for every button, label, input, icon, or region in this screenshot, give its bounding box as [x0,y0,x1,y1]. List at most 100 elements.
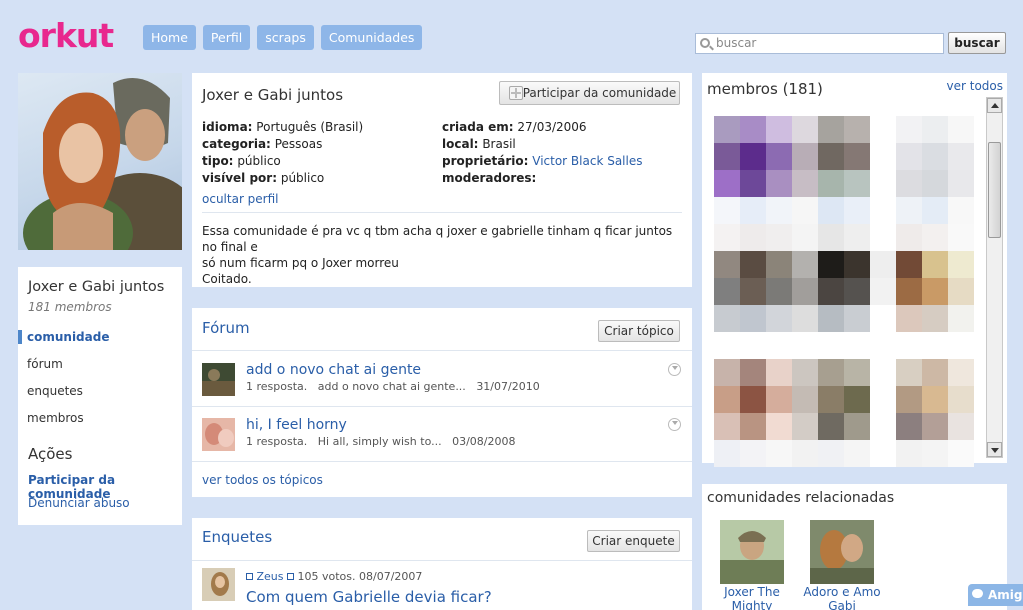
members-title[interactable]: membros (181) [707,80,823,98]
member-avatar-tile[interactable] [870,413,896,440]
member-avatar-tile[interactable] [948,278,974,305]
poll-avatar[interactable] [202,568,235,601]
topic-1-chevron-down-icon[interactable] [668,363,681,376]
scroll-thumb[interactable] [988,142,1001,238]
member-avatar-tile[interactable] [844,359,870,386]
member-avatar-tile[interactable] [922,251,948,278]
member-avatar-tile[interactable] [948,386,974,413]
member-avatar-tile[interactable] [792,440,818,467]
member-avatar-tile[interactable] [922,359,948,386]
member-avatar-tile[interactable] [948,224,974,251]
member-avatar-tile[interactable] [870,116,896,143]
topic-2-chevron-down-icon[interactable] [668,418,681,431]
related-community-1-link[interactable]: Joxer The Mighty [712,585,792,610]
member-avatar-tile[interactable] [844,197,870,224]
member-avatar-tile[interactable] [896,305,922,332]
member-avatar-tile[interactable] [714,305,740,332]
member-avatar-tile[interactable] [844,170,870,197]
member-avatar-tile[interactable] [948,170,974,197]
scroll-up-arrow-icon[interactable] [987,98,1002,113]
member-avatar-tile[interactable] [870,332,896,359]
member-avatar-tile[interactable] [896,332,922,359]
poll-question-link[interactable]: Com quem Gabrielle devia ficar? [246,588,492,606]
member-avatar-tile[interactable] [714,197,740,224]
member-avatar-tile[interactable] [948,332,974,359]
member-avatar-tile[interactable] [818,440,844,467]
member-avatar-tile[interactable] [922,116,948,143]
member-avatar-tile[interactable] [896,440,922,467]
member-avatar-tile[interactable] [766,332,792,359]
member-avatar-tile[interactable] [740,197,766,224]
nav-perfil[interactable]: Perfil [202,25,251,50]
member-avatar-tile[interactable] [766,224,792,251]
member-avatar-tile[interactable] [792,332,818,359]
member-avatar-tile[interactable] [740,440,766,467]
create-topic-button[interactable]: Criar tópico [598,320,680,342]
topic-2-title[interactable]: hi, I feel horny [246,417,347,433]
see-all-members-link[interactable]: ver todos [947,79,1004,93]
member-avatar-tile[interactable] [714,143,740,170]
member-avatar-tile[interactable] [766,440,792,467]
member-avatar-tile[interactable] [792,305,818,332]
member-avatar-tile[interactable] [922,386,948,413]
member-avatar-tile[interactable] [714,251,740,278]
member-avatar-tile[interactable] [740,224,766,251]
member-avatar-tile[interactable] [740,305,766,332]
member-avatar-tile[interactable] [870,359,896,386]
members-grid[interactable] [714,116,977,467]
member-avatar-tile[interactable] [844,143,870,170]
member-avatar-tile[interactable] [870,440,896,467]
member-avatar-tile[interactable] [870,224,896,251]
member-avatar-tile[interactable] [896,386,922,413]
topic-1-avatar[interactable] [202,363,235,396]
owner-link[interactable]: Victor Black Salles [532,154,642,168]
member-avatar-tile[interactable] [870,197,896,224]
member-avatar-tile[interactable] [922,170,948,197]
polls-title[interactable]: Enquetes [202,528,272,546]
hide-profile-link[interactable]: ocultar perfil [202,192,279,206]
member-avatar-tile[interactable] [922,413,948,440]
member-avatar-tile[interactable] [792,224,818,251]
member-avatar-tile[interactable] [766,197,792,224]
member-avatar-tile[interactable] [948,197,974,224]
search-input[interactable]: buscar [695,33,944,54]
member-avatar-tile[interactable] [792,143,818,170]
member-avatar-tile[interactable] [766,413,792,440]
topic-2-avatar[interactable] [202,418,235,451]
member-avatar-tile[interactable] [766,359,792,386]
orkut-logo[interactable]: orkut [18,16,114,55]
member-avatar-tile[interactable] [896,143,922,170]
member-avatar-tile[interactable] [792,251,818,278]
member-avatar-tile[interactable] [740,170,766,197]
member-avatar-tile[interactable] [896,170,922,197]
member-avatar-tile[interactable] [792,278,818,305]
member-avatar-tile[interactable] [818,224,844,251]
member-avatar-tile[interactable] [714,440,740,467]
member-avatar-tile[interactable] [818,278,844,305]
sidebar-item-comunidade[interactable]: comunidade [18,330,109,344]
member-avatar-tile[interactable] [844,278,870,305]
report-abuse-link[interactable]: Denunciar abuso [28,496,130,510]
member-avatar-tile[interactable] [896,116,922,143]
member-avatar-tile[interactable] [844,305,870,332]
member-avatar-tile[interactable] [818,305,844,332]
related-community-2-image[interactable] [810,520,874,584]
member-avatar-tile[interactable] [740,359,766,386]
member-avatar-tile[interactable] [922,197,948,224]
member-avatar-tile[interactable] [948,251,974,278]
related-community-2-link[interactable]: Adoro e Amo Gabi [802,585,882,610]
member-avatar-tile[interactable] [818,386,844,413]
topic-1-title[interactable]: add o novo chat ai gente [246,362,421,378]
member-avatar-tile[interactable] [766,143,792,170]
member-avatar-tile[interactable] [818,116,844,143]
create-poll-button[interactable]: Criar enquete [587,530,680,552]
member-avatar-tile[interactable] [766,305,792,332]
community-photo[interactable] [18,73,182,250]
member-avatar-tile[interactable] [948,359,974,386]
member-avatar-tile[interactable] [948,440,974,467]
member-avatar-tile[interactable] [922,224,948,251]
member-avatar-tile[interactable] [740,251,766,278]
member-avatar-tile[interactable] [818,197,844,224]
related-community-1-image[interactable] [720,520,784,584]
member-avatar-tile[interactable] [818,332,844,359]
